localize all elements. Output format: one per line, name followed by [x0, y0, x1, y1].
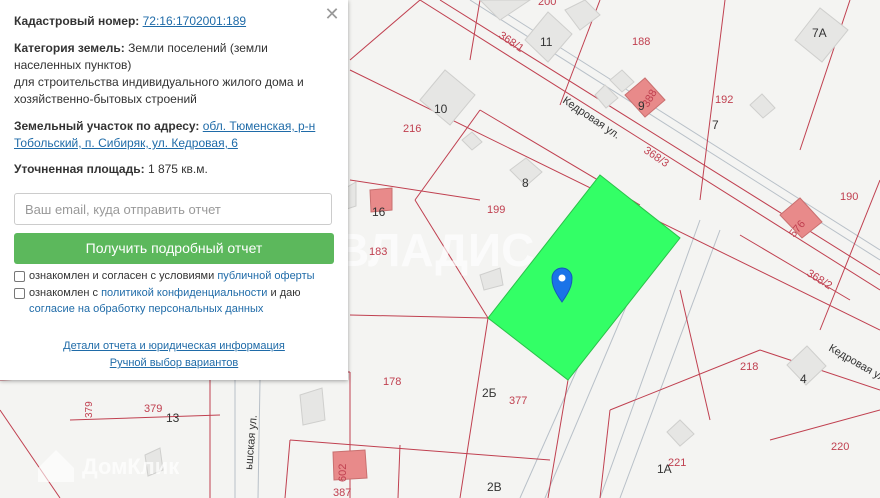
parcel-number: 218 [740, 361, 758, 373]
house-number: 2Б [482, 386, 497, 400]
parcel-number: 379 [144, 403, 162, 415]
area-row: Уточненная площадь: 1 875 кв.м. [14, 161, 208, 178]
address-link-2[interactable]: Тобольский, п. Сибиряк, ул. Кедровая, 6 [14, 136, 238, 150]
svg-text:ДомКлик: ДомКлик [82, 454, 180, 479]
details-row: Детали отчета и юридическая информация [0, 340, 348, 352]
manual-row: Ручной выбор вариантов [0, 357, 348, 369]
get-report-button[interactable]: Получить подробный отчет [14, 233, 334, 264]
purpose-line1: для строительства индивидуального жилого… [14, 75, 304, 89]
parcel-number: 216 [403, 123, 421, 135]
category-value: Земли поселений (земли [128, 41, 268, 55]
category-label: Категория земель: [14, 41, 125, 55]
house-number: 4 [800, 372, 807, 386]
house-number: 11 [540, 35, 553, 49]
cadastral-number-link[interactable]: 72:16:1702001:189 [143, 14, 246, 28]
privacy-text-2: и даю [270, 287, 301, 299]
privacy-checkbox[interactable] [14, 288, 25, 299]
cadastral-info-panel: ✕ Кадастровый номер: 72:16:1702001:189 К… [0, 0, 348, 380]
cadastral-row: Кадастровый номер: 72:16:1702001:189 [14, 13, 246, 30]
house-number: 8 [522, 176, 529, 190]
privacy-link[interactable]: политикой конфиденциальности [101, 287, 267, 299]
area-label: Уточненная площадь: [14, 162, 145, 176]
house-number: 7 [712, 118, 719, 132]
house-number: 2В [487, 480, 502, 494]
area-value: 1 875 кв.м. [147, 162, 208, 176]
privacy-checkbox-label: ознакомлен с политикой конфиденциальност… [29, 285, 339, 301]
consent-link[interactable]: согласие на обработку персональных данны… [29, 303, 263, 315]
house-number: 7А [812, 26, 827, 40]
email-input[interactable] [14, 193, 332, 225]
manual-link[interactable]: Ручной выбор вариантов [110, 357, 238, 369]
parcel-number: 377 [509, 395, 527, 407]
house-number: 16 [372, 205, 386, 219]
parcel-number: 183 [369, 246, 387, 258]
domclick-logo: ДомКлик [38, 450, 180, 482]
parcel-number: 220 [831, 441, 849, 453]
close-icon[interactable]: ✕ [322, 4, 342, 24]
category-value-2: населенных пунктов) [14, 58, 132, 72]
offer-text: ознакомлен и согласен с условиями [29, 270, 215, 282]
parcel-number: 199 [487, 204, 505, 216]
house-number: 13 [166, 411, 180, 425]
house-number: 1А [657, 462, 672, 476]
parcel-number: 192 [715, 94, 733, 106]
parcel-number: 200 [538, 0, 556, 8]
consent-line: согласие на обработку персональных данны… [29, 301, 263, 317]
purpose-line2: хозяйственно-бытовых строений [14, 92, 197, 106]
parcel-number: 178 [383, 376, 401, 388]
offer-checkbox[interactable] [14, 271, 25, 282]
address-row: Земельный участок по адресу: обл. Тюменс… [14, 118, 334, 152]
cadastral-label: Кадастровый номер: [14, 14, 140, 28]
house-number: 10 [434, 102, 448, 116]
offer-checkbox-label: ознакомлен и согласен с условиями публич… [29, 268, 315, 284]
details-link[interactable]: Детали отчета и юридическая информация [63, 340, 285, 352]
privacy-text: ознакомлен с [29, 287, 99, 299]
address-label: Земельный участок по адресу: [14, 119, 200, 133]
parcel-number: 602 [337, 464, 349, 482]
parcel-number: 190 [840, 191, 858, 203]
category-row: Категория земель: Земли поселений (земли… [14, 40, 334, 108]
parcel-number: 188 [632, 36, 650, 48]
address-link[interactable]: обл. Тюменская, р-н [203, 119, 316, 133]
parcel-number-vertical: 379 [84, 401, 95, 418]
house-number: 9 [638, 99, 645, 113]
svg-text:ВЛАДИС: ВЛАДИС [336, 224, 534, 276]
parcel-number: 387 [333, 487, 351, 498]
offer-link[interactable]: публичной оферты [217, 270, 314, 282]
